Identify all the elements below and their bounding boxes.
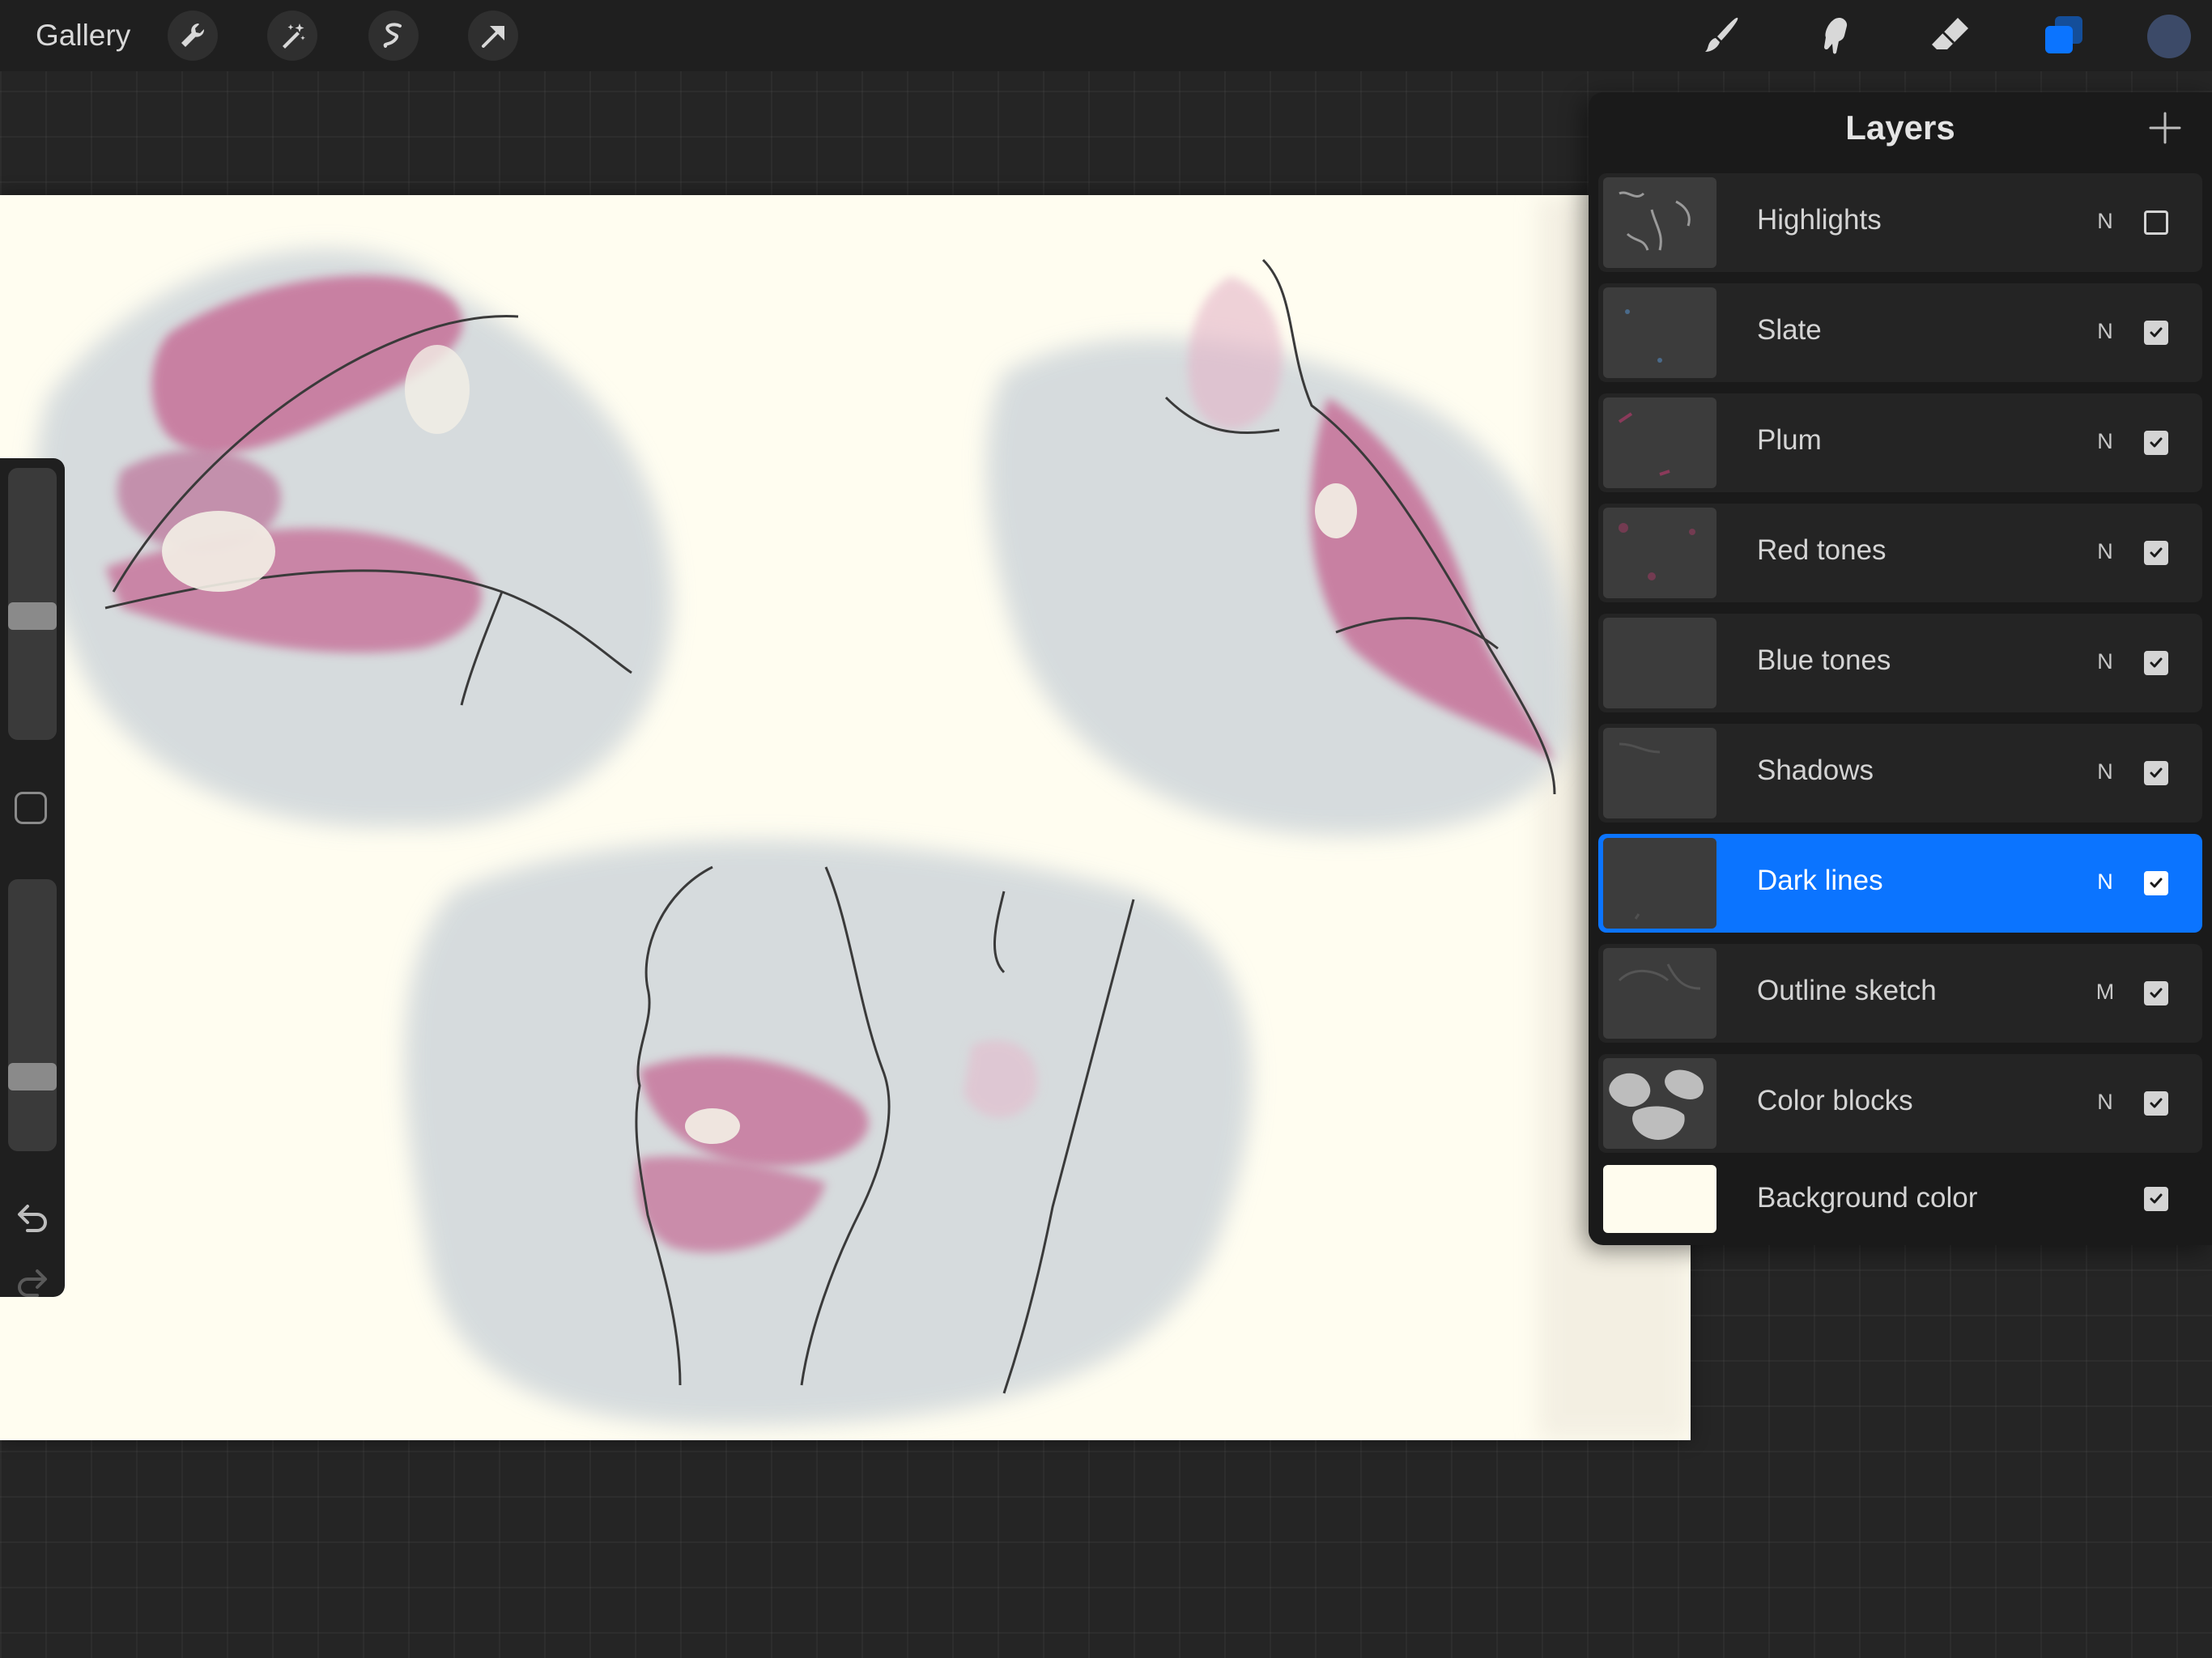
layer-name: Outline sketch xyxy=(1757,975,1937,1006)
layer-row[interactable]: Red tones N xyxy=(1598,504,2202,602)
brush-opacity-slider[interactable] xyxy=(8,879,57,1151)
layer-name: Highlights xyxy=(1757,204,1882,236)
layer-blend-mode[interactable]: N xyxy=(2089,429,2121,454)
layer-blend-mode[interactable]: N xyxy=(2089,649,2121,674)
selection-icon xyxy=(383,23,402,48)
actions-button[interactable] xyxy=(168,11,218,61)
layer-thumbnail[interactable] xyxy=(1603,397,1716,488)
brush-size-handle[interactable] xyxy=(8,602,57,630)
smudge-icon xyxy=(1824,18,1848,54)
checkmark-icon xyxy=(2150,657,2163,668)
layer-blend-mode[interactable]: N xyxy=(2089,319,2121,344)
layer-visibility-checkbox[interactable] xyxy=(2144,431,2168,455)
left-sidebar xyxy=(0,458,65,1297)
layer-blend-mode[interactable]: N xyxy=(2089,1090,2121,1115)
layer-visibility-checkbox[interactable] xyxy=(2144,761,2168,785)
layer-row[interactable]: Slate N xyxy=(1598,283,2202,382)
checkmark-icon xyxy=(2150,878,2163,888)
layer-visibility-checkbox[interactable] xyxy=(2144,981,2168,1005)
gallery-button[interactable]: Gallery xyxy=(36,18,130,53)
layer-thumbnail[interactable] xyxy=(1603,1058,1716,1149)
layer-thumbnail[interactable] xyxy=(1603,728,1716,818)
eraser-button[interactable] xyxy=(1924,10,1976,62)
checkmark-icon xyxy=(2150,988,2163,998)
layer-blend-mode[interactable]: M xyxy=(2089,980,2121,1005)
eraser-icon xyxy=(1932,18,1968,49)
layer-thumbnail[interactable] xyxy=(1603,838,1716,929)
checkmark-icon xyxy=(2150,327,2163,338)
layer-visibility-checkbox[interactable] xyxy=(2144,321,2168,345)
layer-visibility-checkbox[interactable] xyxy=(2144,541,2168,565)
brush-opacity-handle[interactable] xyxy=(8,1063,57,1090)
checkmark-icon xyxy=(2150,767,2163,778)
layer-thumbnail[interactable] xyxy=(1603,287,1716,378)
layer-visibility-checkbox[interactable] xyxy=(2144,1187,2168,1211)
layer-name: Slate xyxy=(1757,314,1822,346)
layer-thumbnail[interactable] xyxy=(1603,948,1716,1039)
adjustments-button[interactable] xyxy=(267,11,317,61)
transform-button[interactable] xyxy=(468,11,518,61)
add-layer-icon[interactable] xyxy=(2146,108,2184,147)
checkmark-icon xyxy=(2150,1193,2163,1204)
layer-visibility-checkbox[interactable] xyxy=(2144,871,2168,895)
modify-button[interactable] xyxy=(15,792,47,824)
layer-name: Dark lines xyxy=(1757,865,1883,896)
layer-name: Color blocks xyxy=(1757,1085,1913,1116)
layer-name: Plum xyxy=(1757,424,1822,456)
layer-visibility-checkbox[interactable] xyxy=(2144,210,2168,235)
layer-row[interactable]: Color blocks N xyxy=(1598,1054,2202,1153)
layer-name: Red tones xyxy=(1757,534,1887,566)
layer-visibility-checkbox[interactable] xyxy=(2144,1091,2168,1116)
wrench-icon xyxy=(181,23,205,47)
brush-icon xyxy=(1705,17,1738,52)
layer-blend-mode[interactable]: N xyxy=(2089,209,2121,234)
layer-row[interactable]: Blue tones N xyxy=(1598,614,2202,712)
layers-button[interactable] xyxy=(2037,10,2089,62)
layer-row[interactable]: Highlights N xyxy=(1598,173,2202,272)
layer-thumbnail[interactable] xyxy=(1603,618,1716,708)
layer-thumbnail[interactable] xyxy=(1603,177,1716,268)
layer-thumbnail[interactable] xyxy=(1603,508,1716,598)
artwork-illustration xyxy=(35,195,1691,1440)
background-color-swatch[interactable] xyxy=(1603,1165,1716,1233)
layers-title: Layers xyxy=(1845,108,1955,147)
checkmark-icon xyxy=(2150,1098,2163,1108)
redo-icon[interactable] xyxy=(13,1263,52,1302)
background-color-row[interactable]: Background color xyxy=(1598,1161,2202,1239)
layer-blend-mode[interactable]: N xyxy=(2089,539,2121,564)
layer-name: Background color xyxy=(1757,1182,1978,1214)
layer-blend-mode[interactable]: N xyxy=(2089,759,2121,784)
top-toolbar: Gallery xyxy=(0,0,2212,71)
undo-icon[interactable] xyxy=(13,1198,52,1237)
checkmark-icon xyxy=(2150,437,2163,448)
layer-row[interactable]: Outline sketch M xyxy=(1598,944,2202,1043)
layer-name: Shadows xyxy=(1757,755,1874,786)
layer-row[interactable]: Shadows N xyxy=(1598,724,2202,823)
layer-row[interactable]: Dark lines N xyxy=(1598,834,2202,933)
layer-blend-mode[interactable]: N xyxy=(2089,869,2121,895)
brush-button[interactable] xyxy=(1695,10,1747,62)
layer-name: Blue tones xyxy=(1757,644,1891,676)
current-color-swatch[interactable] xyxy=(2147,15,2191,58)
layer-row[interactable]: Plum N xyxy=(1598,393,2202,492)
drawing-canvas[interactable] xyxy=(0,195,1691,1440)
smudge-button[interactable] xyxy=(1809,10,1861,62)
magic-wand-icon xyxy=(283,23,305,49)
layer-visibility-checkbox[interactable] xyxy=(2144,651,2168,675)
selection-button[interactable] xyxy=(368,11,419,61)
brush-size-slider[interactable] xyxy=(8,468,57,740)
checkmark-icon xyxy=(2150,547,2163,558)
transform-arrow-icon xyxy=(482,26,504,48)
layers-icon xyxy=(2045,16,2082,53)
